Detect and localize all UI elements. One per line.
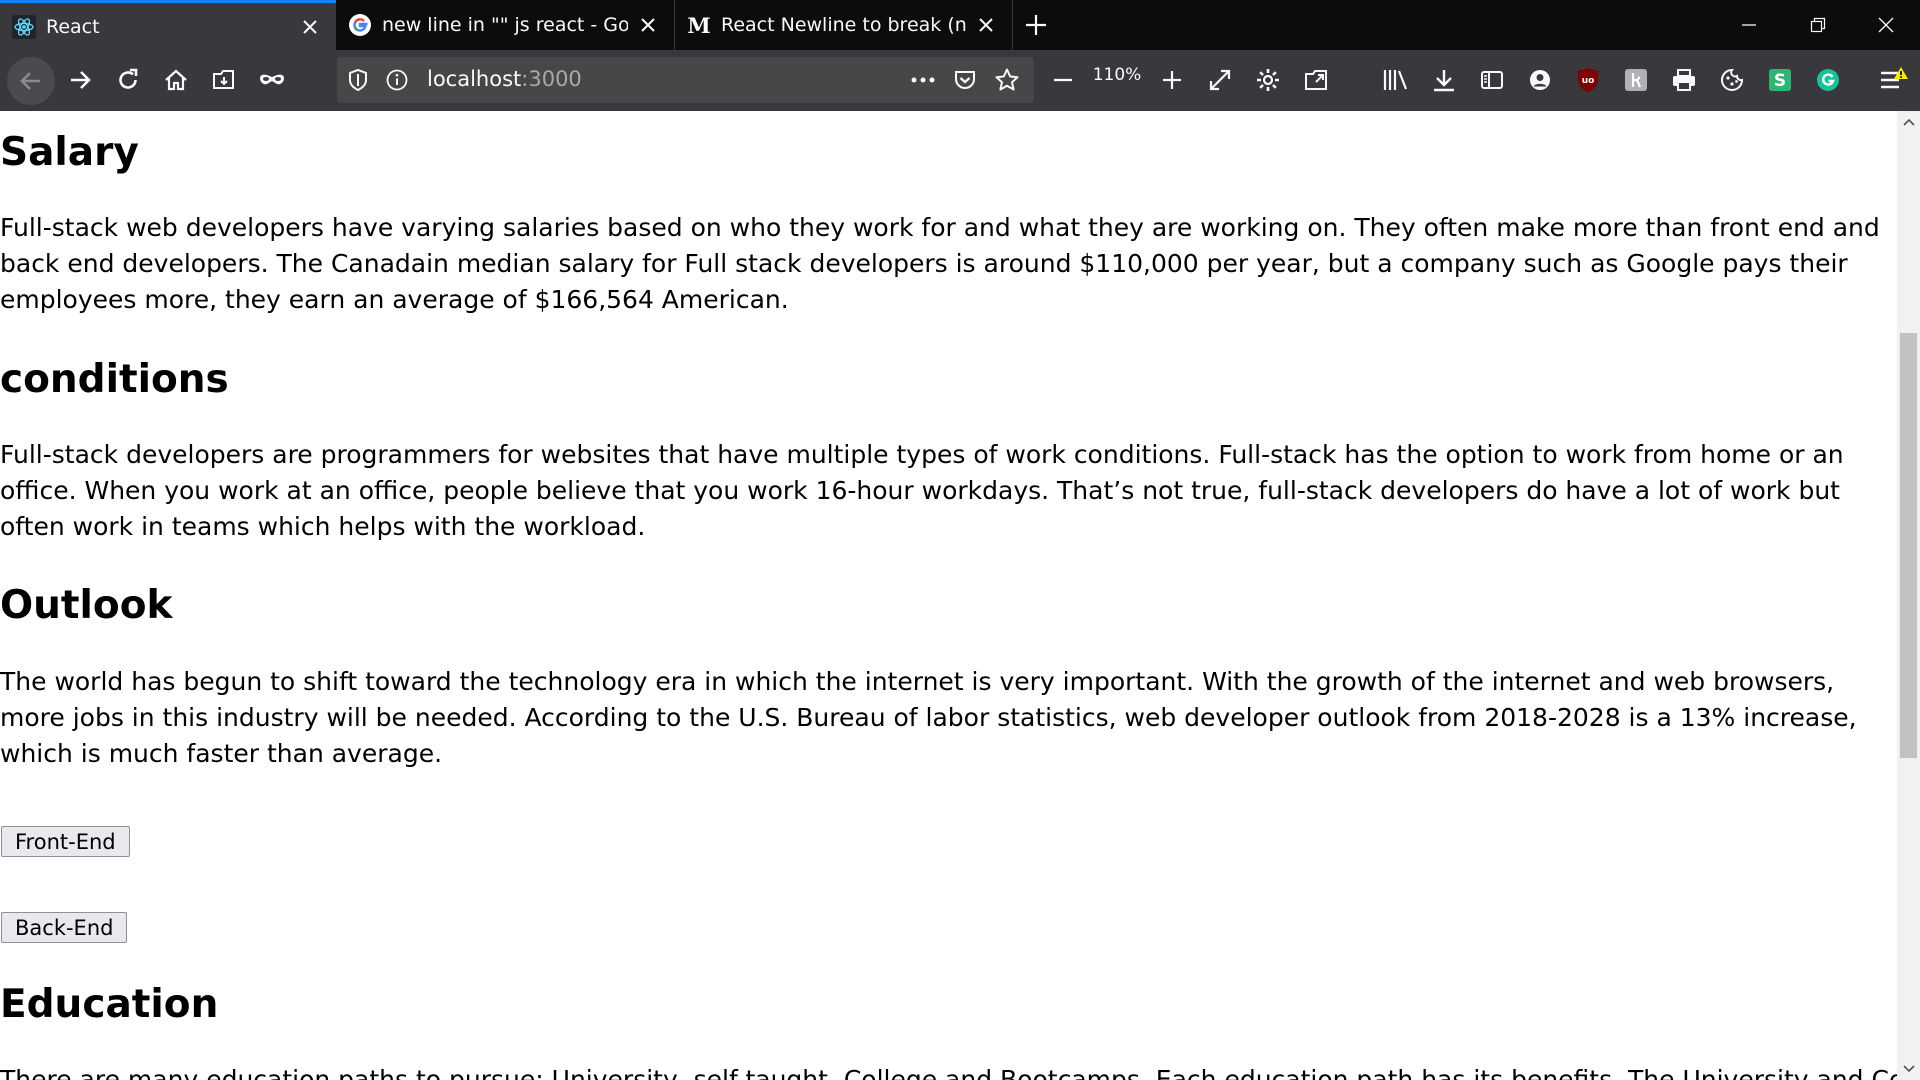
grammarly-icon[interactable]	[1810, 62, 1846, 98]
library-icon[interactable]	[1378, 62, 1414, 98]
back-button[interactable]	[7, 57, 55, 105]
downloads-icon[interactable]	[1426, 62, 1462, 98]
close-tab-icon[interactable]	[296, 13, 324, 41]
close-window-button[interactable]	[1851, 0, 1920, 50]
tab-google[interactable]: new line in "" js react - Google	[336, 0, 675, 50]
outlook-heading: Outlook	[0, 583, 173, 628]
tab-title: React	[46, 15, 100, 38]
salary-paragraph: Full-stack web developers have varying s…	[0, 213, 1880, 314]
tab-title: new line in "" js react - Google	[382, 14, 628, 36]
home-button[interactable]	[158, 62, 194, 98]
open-tab-icon[interactable]	[1298, 62, 1334, 98]
zoom-out-button[interactable]	[1045, 62, 1081, 98]
front-end-button[interactable]: Front-End	[1, 826, 130, 857]
extension-icon[interactable]	[1618, 62, 1654, 98]
new-tab-button[interactable]	[1018, 8, 1054, 42]
page-actions-icon[interactable]	[908, 65, 938, 95]
pocket-icon[interactable]	[950, 65, 980, 95]
back-end-button[interactable]: Back-End	[1, 912, 128, 943]
salary-heading: Salary	[0, 130, 139, 175]
react-icon	[12, 14, 36, 39]
cookie-icon[interactable]	[1714, 62, 1750, 98]
tab-strip: React new line in "" js react - Google M…	[0, 0, 1920, 50]
url-port: :3000	[521, 67, 582, 91]
conditions-heading: conditions	[0, 357, 229, 402]
settings-gear-icon[interactable]	[1250, 62, 1286, 98]
navigation-toolbar: localhost:3000 110% uo S	[0, 50, 1920, 111]
svg-text:S: S	[1774, 71, 1786, 91]
menu-hamburger-icon[interactable]	[1876, 62, 1912, 98]
education-paragraph: There are many education paths to pursue…	[0, 1065, 1897, 1080]
scroll-up-arrow-icon[interactable]	[1897, 111, 1920, 133]
scroll-down-arrow-icon[interactable]	[1897, 1058, 1920, 1080]
close-tab-icon[interactable]	[972, 11, 1000, 39]
svg-text:uo: uo	[1582, 76, 1595, 86]
print-icon[interactable]	[1666, 62, 1702, 98]
screenshot-icon[interactable]	[206, 62, 242, 98]
private-mask-icon[interactable]	[254, 62, 290, 98]
tab-react[interactable]: React	[0, 0, 336, 50]
tab-medium[interactable]: M React Newline to break (nl2br)	[675, 0, 1013, 50]
google-icon	[348, 13, 372, 37]
site-info-icon[interactable]	[382, 65, 412, 95]
tracking-shield-icon[interactable]	[343, 65, 373, 95]
minimize-button[interactable]	[1714, 0, 1783, 50]
tab-title: React Newline to break (nl2br)	[721, 14, 966, 36]
fullscreen-icon[interactable]	[1202, 62, 1238, 98]
conditions-paragraph: Full-stack developers are programmers fo…	[0, 440, 1844, 541]
url-bar[interactable]: localhost:3000	[337, 57, 1034, 103]
sidebar-toggle-icon[interactable]	[1474, 62, 1510, 98]
zoom-in-button[interactable]	[1154, 62, 1190, 98]
education-heading: Education	[0, 982, 219, 1027]
url-text[interactable]: localhost:3000	[427, 67, 582, 91]
restore-button[interactable]	[1783, 0, 1852, 50]
reload-button[interactable]	[110, 62, 146, 98]
account-icon[interactable]	[1522, 62, 1558, 98]
page-viewport: Salary Full-stack web developers have va…	[0, 111, 1897, 1080]
close-tab-icon[interactable]	[634, 11, 662, 39]
bookmark-star-icon[interactable]	[992, 65, 1022, 95]
medium-icon: M	[687, 12, 711, 38]
zoom-level[interactable]: 110%	[1088, 65, 1146, 85]
ublock-origin-icon[interactable]: uo	[1570, 62, 1606, 98]
stylus-icon[interactable]: S	[1762, 62, 1798, 98]
scrollbar-thumb[interactable]	[1900, 333, 1917, 758]
outlook-paragraph: The world has begun to shift toward the …	[0, 667, 1857, 768]
vertical-scrollbar[interactable]	[1897, 111, 1920, 1080]
url-host: localhost	[427, 67, 522, 91]
forward-button[interactable]	[62, 62, 98, 98]
